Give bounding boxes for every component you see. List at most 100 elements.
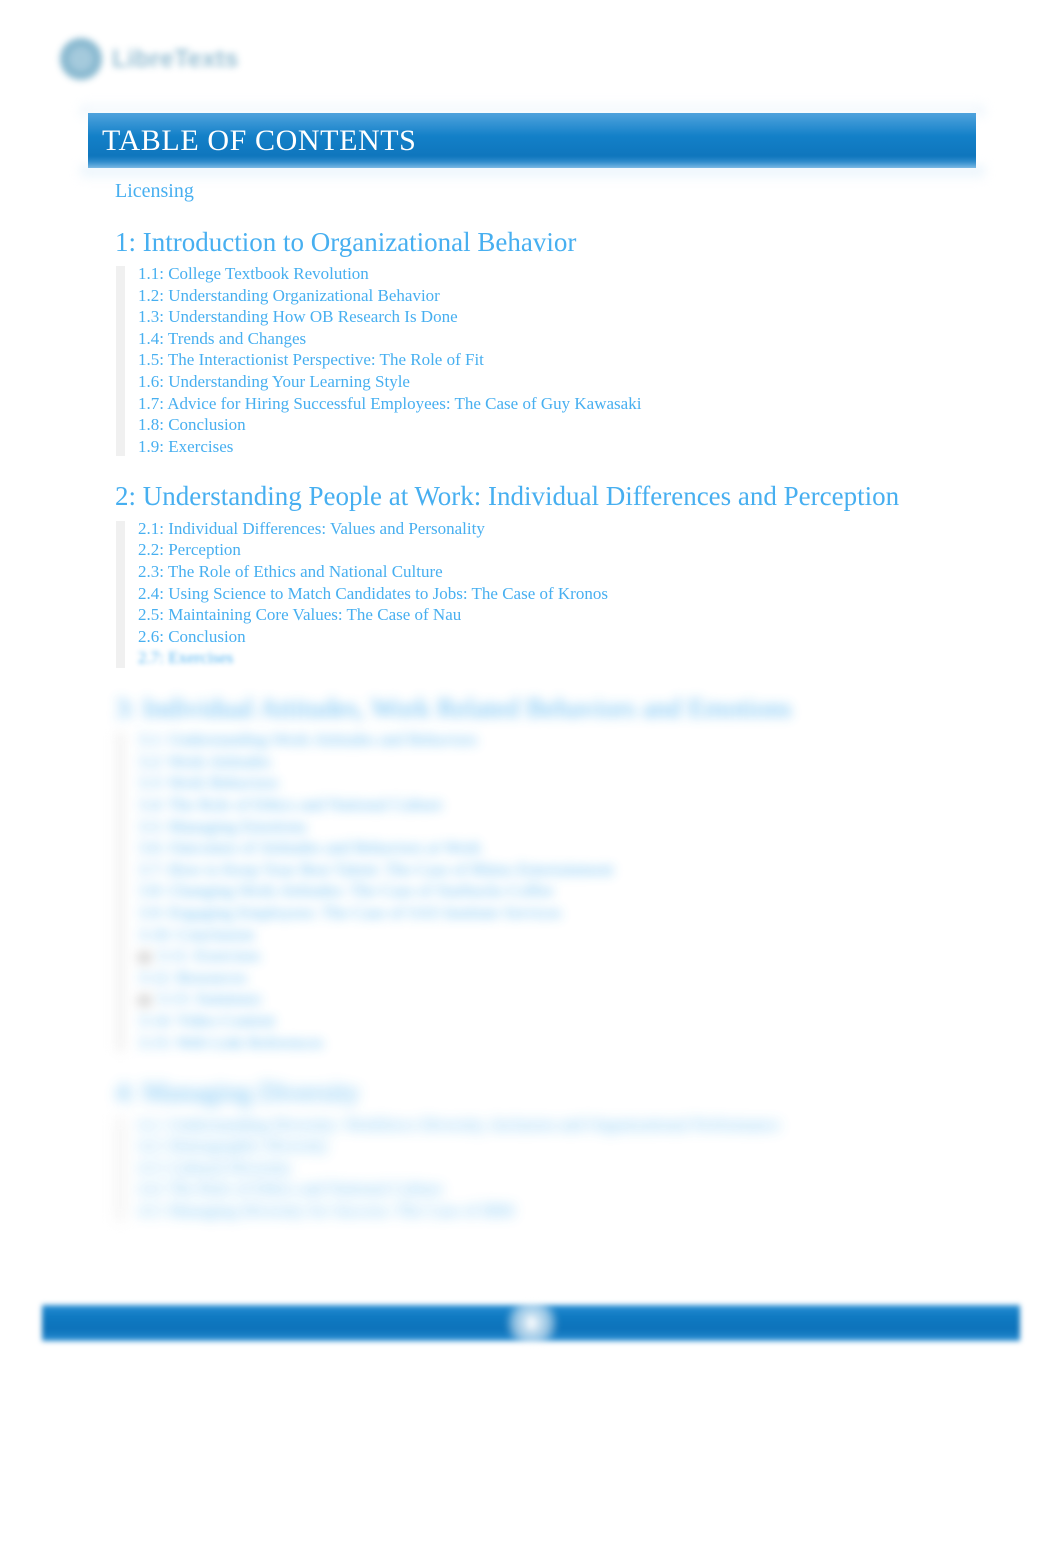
logo-wordmark: LibreTexts xyxy=(112,44,239,73)
footer-bar: 1 xyxy=(42,1305,1020,1341)
link-section-3-11[interactable]: 3.11: Exercises xyxy=(157,946,260,966)
toc-page: LibreTexts TABLE OF CONTENTS Licensing 1… xyxy=(0,0,1062,1556)
list-item: 1.6: Understanding Your Learning Style xyxy=(138,372,1062,394)
list-item: 4.5: Managing Diversity for Success: The… xyxy=(138,1201,1062,1223)
link-section-1-5[interactable]: 1.5: The Interactionist Perspective: The… xyxy=(138,350,484,370)
toc-header-bar: TABLE OF CONTENTS xyxy=(88,113,976,168)
link-section-1-9[interactable]: 1.9: Exercises xyxy=(138,437,233,457)
link-section-1-1[interactable]: 1.1: College Textbook Revolution xyxy=(138,264,369,284)
list-item: 1.7: Advice for Hiring Successful Employ… xyxy=(138,394,1062,416)
list-item: 4.3: Cultural Diversity xyxy=(138,1158,1062,1180)
link-section-1-7[interactable]: 1.7: Advice for Hiring Successful Employ… xyxy=(138,394,641,414)
link-chapter-4[interactable]: 4: Managing Diversity xyxy=(115,1076,359,1108)
chapter-block-1: 1: Introduction to Organizational Behavi… xyxy=(0,226,1062,459)
link-section-3-4[interactable]: 3.4: The Role of Ethics and National Cul… xyxy=(138,795,443,815)
list-item: 1.3: Understanding How OB Research Is Do… xyxy=(138,307,1062,329)
list-item: 1.4: Trends and Changes xyxy=(138,329,1062,351)
list-item: 3.12: Resources xyxy=(138,968,1062,990)
toc-body: Licensing 1: Introduction to Organizatio… xyxy=(0,180,1062,1229)
list-item: 3.3: Work Behaviors xyxy=(138,773,1062,795)
link-section-4-3[interactable]: 4.3: Cultural Diversity xyxy=(138,1158,291,1178)
link-section-3-13[interactable]: 3.13: Summary xyxy=(157,989,262,1009)
link-section-3-6[interactable]: 3.6: Outcomes of Attitudes and Behaviors… xyxy=(138,838,481,858)
link-section-1-8[interactable]: 1.8: Conclusion xyxy=(138,415,246,435)
link-section-2-2[interactable]: 2.2: Perception xyxy=(138,540,241,560)
list-item: 3.15: Web Link References xyxy=(138,1033,1062,1055)
link-section-2-7[interactable]: 2.7: Exercises xyxy=(138,648,233,668)
link-section-2-5[interactable]: 2.5: Maintaining Core Values: The Case o… xyxy=(138,605,461,625)
link-section-1-6[interactable]: 1.6: Understanding Your Learning Style xyxy=(138,372,410,392)
link-section-2-3[interactable]: 2.3: The Role of Ethics and National Cul… xyxy=(138,562,443,582)
list-item: 4.4: The Role of Ethics and National Cul… xyxy=(138,1179,1062,1201)
chapter-title-4: 4: Managing Diversity xyxy=(0,1076,1062,1108)
link-section-3-15[interactable]: 3.15: Web Link References xyxy=(138,1033,323,1053)
list-item: 3.11: Exercises xyxy=(138,946,1062,968)
link-chapter-1[interactable]: 1: Introduction to Organizational Behavi… xyxy=(115,226,576,258)
list-item: 2.3: The Role of Ethics and National Cul… xyxy=(138,562,1062,584)
list-item: 3.14: Video Content xyxy=(138,1011,1062,1033)
section-list-3: 3.1: Understanding Work Attitudes and Be… xyxy=(0,730,1062,1054)
list-item: 1.5: The Interactionist Perspective: The… xyxy=(138,350,1062,372)
list-item: 1.1: College Textbook Revolution xyxy=(138,264,1062,286)
list-item: 2.5: Maintaining Core Values: The Case o… xyxy=(138,605,1062,627)
list-item: 3.7: How to Keep Your Best Talent: The C… xyxy=(138,860,1062,882)
link-section-4-1[interactable]: 4.1: Understanding Diversity: Workforce … xyxy=(138,1115,780,1135)
list-item: 3.8: Changing Work Attitudes: The Case o… xyxy=(138,881,1062,903)
section-list-4: 4.1: Understanding Diversity: Workforce … xyxy=(0,1115,1062,1223)
link-licensing[interactable]: Licensing xyxy=(115,180,194,204)
link-section-4-4[interactable]: 4.4: The Role of Ethics and National Cul… xyxy=(138,1179,443,1199)
link-section-3-1[interactable]: 3.1: Understanding Work Attitudes and Be… xyxy=(138,730,477,750)
list-item: 2.6: Conclusion xyxy=(138,627,1062,649)
link-section-1-3[interactable]: 1.3: Understanding How OB Research Is Do… xyxy=(138,307,458,327)
link-section-3-5[interactable]: 3.5: Managing Emotions xyxy=(138,817,307,837)
list-item: 1.9: Exercises xyxy=(138,437,1062,459)
chapter-title-1: 1: Introduction to Organizational Behavi… xyxy=(0,226,1062,258)
page-title: TABLE OF CONTENTS xyxy=(102,123,417,157)
link-section-3-8[interactable]: 3.8: Changing Work Attitudes: The Case o… xyxy=(138,881,554,901)
link-chapter-2[interactable]: 2: Understanding People at Work: Individ… xyxy=(115,480,899,512)
chapter-title-2: 2: Understanding People at Work: Individ… xyxy=(0,480,1062,512)
link-section-3-9[interactable]: 3.9: Engaging Employees: The Case of SAS… xyxy=(138,903,561,923)
libretexts-circle-logo-icon xyxy=(60,38,102,80)
list-item: 3.6: Outcomes of Attitudes and Behaviors… xyxy=(138,838,1062,860)
page-number: 1 xyxy=(526,1313,536,1332)
list-item: 3.5: Managing Emotions xyxy=(138,817,1062,839)
link-section-2-6[interactable]: 2.6: Conclusion xyxy=(138,627,246,647)
link-section-2-4[interactable]: 2.4: Using Science to Match Candidates t… xyxy=(138,584,608,604)
list-item: 2.1: Individual Differences: Values and … xyxy=(138,519,1062,541)
chapter-block-2: 2: Understanding People at Work: Individ… xyxy=(0,480,1062,670)
link-section-3-3[interactable]: 3.3: Work Behaviors xyxy=(138,773,278,793)
link-section-3-14[interactable]: 3.14: Video Content xyxy=(138,1011,275,1031)
link-section-3-10[interactable]: 3.10: Conclusion xyxy=(138,925,254,945)
list-item: 3.10: Conclusion xyxy=(138,925,1062,947)
list-item: 2.4: Using Science to Match Candidates t… xyxy=(138,584,1062,606)
section-list-2: 2.1: Individual Differences: Values and … xyxy=(0,519,1062,670)
list-item: 3.9: Engaging Employees: The Case of SAS… xyxy=(138,903,1062,925)
list-item: 1.8: Conclusion xyxy=(138,415,1062,437)
link-section-4-5[interactable]: 4.5: Managing Diversity for Success: The… xyxy=(138,1201,514,1221)
list-item: 4.2: Demographic Diversity xyxy=(138,1136,1062,1158)
link-section-3-12[interactable]: 3.12: Resources xyxy=(138,968,247,988)
list-item: 2.7: Exercises xyxy=(138,648,1062,670)
front-matter-licensing: Licensing xyxy=(0,180,1062,204)
page-icon xyxy=(138,995,151,1007)
link-section-1-4[interactable]: 1.4: Trends and Changes xyxy=(138,329,306,349)
section-list-1: 1.1: College Textbook Revolution 1.2: Un… xyxy=(0,264,1062,458)
chapter-block-3: 3: Individual Attitudes, Work Related Be… xyxy=(0,692,1062,1054)
link-section-4-2[interactable]: 4.2: Demographic Diversity xyxy=(138,1136,328,1156)
link-section-3-7[interactable]: 3.7: How to Keep Your Best Talent: The C… xyxy=(138,860,614,880)
page-icon xyxy=(138,952,151,964)
list-item: 4.1: Understanding Diversity: Workforce … xyxy=(138,1115,1062,1137)
chapter-block-4: 4: Managing Diversity 4.1: Understanding… xyxy=(0,1076,1062,1222)
list-item: 3.4: The Role of Ethics and National Cul… xyxy=(138,795,1062,817)
list-item: 3.1: Understanding Work Attitudes and Be… xyxy=(138,730,1062,752)
list-item: 1.2: Understanding Organizational Behavi… xyxy=(138,286,1062,308)
link-section-1-2[interactable]: 1.2: Understanding Organizational Behavi… xyxy=(138,286,440,306)
list-item: 3.2: Work Attitudes xyxy=(138,752,1062,774)
site-logo[interactable]: LibreTexts xyxy=(60,30,260,88)
link-chapter-3[interactable]: 3: Individual Attitudes, Work Related Be… xyxy=(115,692,792,724)
link-section-2-1[interactable]: 2.1: Individual Differences: Values and … xyxy=(138,519,485,539)
list-item: 2.2: Perception xyxy=(138,540,1062,562)
list-item: 3.13: Summary xyxy=(138,989,1062,1011)
link-section-3-2[interactable]: 3.2: Work Attitudes xyxy=(138,752,271,772)
